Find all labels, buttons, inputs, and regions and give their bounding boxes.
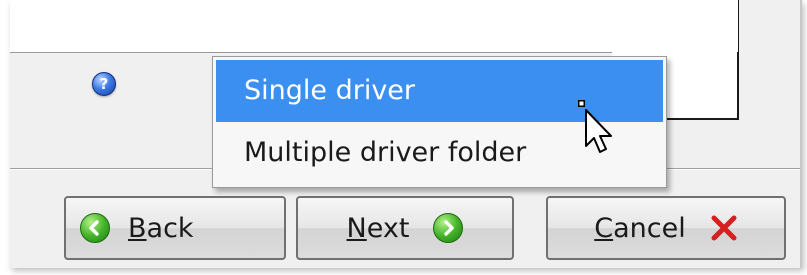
- help-icon[interactable]: ?: [92, 72, 116, 96]
- dropdown-item-label: Multiple driver folder: [244, 137, 527, 168]
- mouse-pointer-icon: [578, 100, 612, 153]
- content-panel: [10, 0, 739, 53]
- close-x-icon: [711, 215, 737, 241]
- cancel-button-label: Cancel: [594, 212, 686, 244]
- back-button-label: Back: [128, 212, 194, 244]
- arrow-right-icon: [433, 213, 464, 243]
- cancel-button[interactable]: Cancel: [546, 196, 786, 260]
- wizard-dialog-crop: ? Single driver Multiple driver folder B…: [0, 0, 807, 275]
- next-button[interactable]: Next: [296, 196, 514, 260]
- next-button-label: Next: [346, 212, 410, 244]
- back-button[interactable]: Back: [64, 196, 286, 260]
- arrow-left-icon: [80, 213, 110, 243]
- dropdown-item-label: Single driver: [244, 75, 416, 106]
